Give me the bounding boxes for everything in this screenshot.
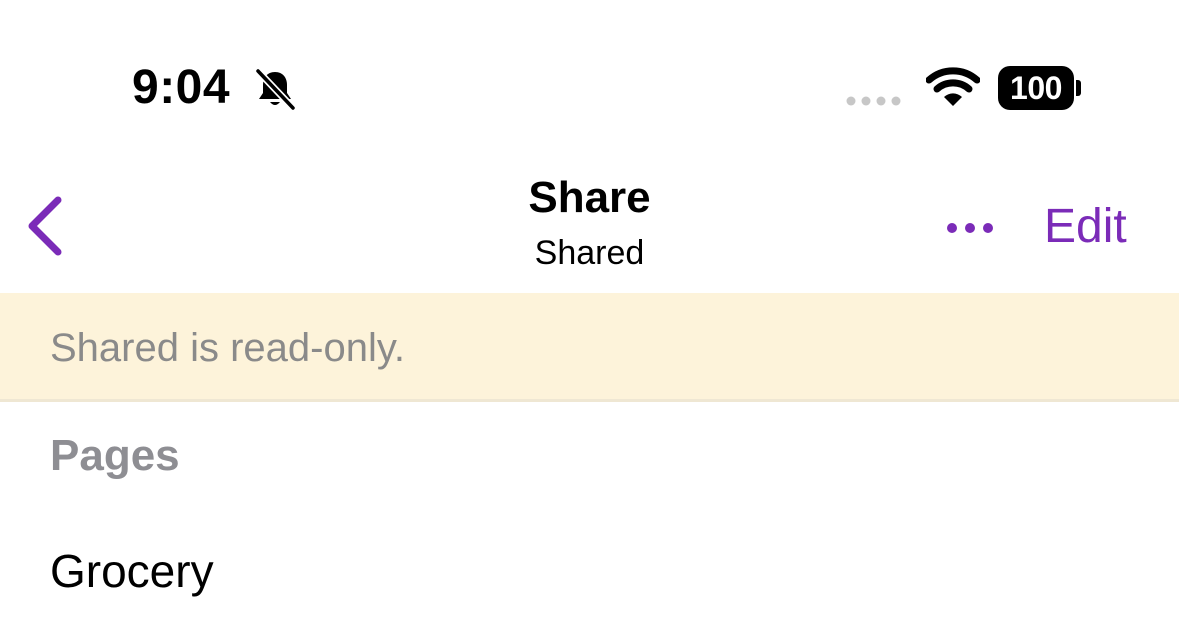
nav-title: Share	[528, 173, 651, 222]
bell-slash-icon	[254, 67, 297, 112]
read-only-banner: Shared is read-only.	[0, 293, 1179, 402]
status-bar: 9:04 100	[0, 0, 1179, 150]
page-item-grocery[interactable]: Grocery	[0, 528, 1179, 620]
edit-button[interactable]: Edit	[1044, 200, 1127, 254]
status-time: 9:04	[132, 61, 231, 114]
wifi-icon	[926, 67, 980, 106]
navigation-bar: Share Shared Edit	[0, 150, 1179, 293]
ellipsis-icon	[947, 223, 993, 233]
cellular-signal-icon	[846, 96, 901, 106]
screen: 9:04 100 Share Shared Edit Shared is rea…	[0, 0, 1179, 620]
page-item-label: Grocery	[50, 545, 214, 597]
pages-section-header: Pages	[50, 431, 180, 480]
more-options-button[interactable]	[940, 214, 1000, 242]
nav-subtitle: Shared	[534, 234, 645, 272]
banner-text: Shared is read-only.	[50, 326, 405, 370]
battery-cap	[1076, 80, 1081, 96]
battery-indicator: 100	[998, 66, 1082, 110]
battery-level: 100	[998, 66, 1074, 110]
